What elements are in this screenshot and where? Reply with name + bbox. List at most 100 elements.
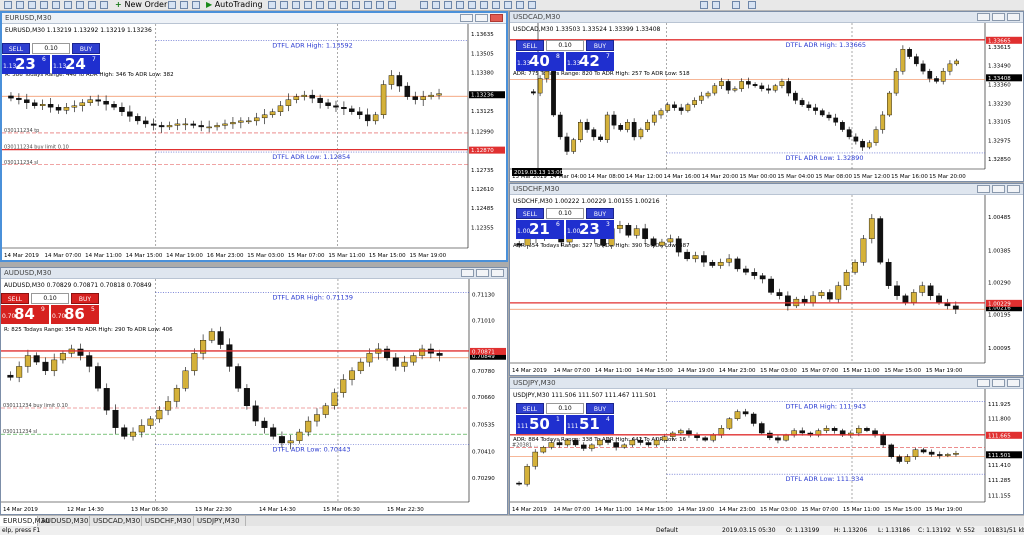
candlestick-icon[interactable] xyxy=(280,1,288,9)
objects-icon[interactable] xyxy=(732,1,740,9)
ask-price[interactable]: 1.33 42 7 xyxy=(566,52,614,71)
tile-windows-icon[interactable] xyxy=(328,1,336,9)
market-watch-icon[interactable] xyxy=(40,1,48,9)
candle-body xyxy=(750,413,757,424)
close-button[interactable] xyxy=(1007,379,1020,387)
chart-window-audusd[interactable]: AUDUSD,M30 AUDUSD,M30 0.70829 0.70871 0.… xyxy=(0,267,508,515)
candle-body xyxy=(633,228,640,236)
close-button[interactable] xyxy=(1007,13,1020,21)
time-frames-icon[interactable] xyxy=(700,1,708,9)
horizontal-line-icon[interactable] xyxy=(456,1,464,9)
signals-icon[interactable] xyxy=(192,1,200,9)
y-tick-label: 0.71130 xyxy=(472,292,495,298)
candle-body xyxy=(7,374,14,378)
clock-icon[interactable] xyxy=(712,1,720,9)
minimize-button[interactable] xyxy=(977,13,990,21)
chart-window-usdcad[interactable]: USDCAD,M30 USDCAD,M30 1.33503 1.33524 1.… xyxy=(509,11,1024,182)
sell-button[interactable]: SELL xyxy=(1,293,29,304)
autotrading-button[interactable]: ▶ AutoTrading xyxy=(206,0,263,10)
dropdown-icon[interactable] xyxy=(748,1,756,9)
arrows-icon[interactable] xyxy=(528,1,536,9)
crosshair-icon[interactable] xyxy=(432,1,440,9)
maximize-button[interactable] xyxy=(992,379,1005,387)
save-icon[interactable] xyxy=(16,1,24,9)
zoom-icon[interactable] xyxy=(28,1,36,9)
market-icon[interactable] xyxy=(180,1,188,9)
maximize-button[interactable] xyxy=(476,269,489,277)
candle-body xyxy=(625,225,632,236)
fibonacci-icon[interactable] xyxy=(492,1,500,9)
chart-window-usdchf[interactable]: USDCHF,M30 USDCHF,M30 1.00222 1.00229 1.… xyxy=(509,183,1024,376)
maximize-button[interactable] xyxy=(992,185,1005,193)
y-tick-label: 1.12990 xyxy=(471,129,494,135)
cursor-icon[interactable] xyxy=(420,1,428,9)
meta-editor-icon[interactable] xyxy=(168,1,176,9)
bid-price[interactable]: 0.70 84 9 xyxy=(1,305,49,324)
lot-size-field[interactable]: 0.10 xyxy=(546,403,584,414)
text-icon[interactable] xyxy=(504,1,512,9)
minimize-button[interactable] xyxy=(461,269,474,277)
label-icon[interactable] xyxy=(516,1,524,9)
zoom-in-icon[interactable] xyxy=(304,1,312,9)
tester-icon[interactable] xyxy=(88,1,96,9)
candle-body xyxy=(39,104,46,106)
candle-body xyxy=(900,49,906,72)
buy-button[interactable]: BUY xyxy=(586,403,614,414)
templates-icon[interactable] xyxy=(388,1,396,9)
settings-icon[interactable] xyxy=(100,1,108,9)
bid-price[interactable]: 1.33 40 8 xyxy=(516,52,564,71)
autoscroll-icon[interactable] xyxy=(352,1,360,9)
ask-price[interactable]: 1.00 23 3 xyxy=(566,220,614,239)
maximize-button[interactable] xyxy=(475,14,488,22)
close-button[interactable] xyxy=(491,269,504,277)
channel-icon[interactable] xyxy=(480,1,488,9)
buy-button[interactable]: BUY xyxy=(71,293,99,304)
ask-price[interactable]: 0.70 86 5 xyxy=(51,305,99,324)
trendline-icon[interactable] xyxy=(468,1,476,9)
candle-body xyxy=(618,124,624,130)
terminal-icon[interactable] xyxy=(76,1,84,9)
candle-body xyxy=(936,295,942,303)
lot-size-field[interactable]: 0.10 xyxy=(32,43,70,54)
candle-body xyxy=(357,111,363,116)
buy-button[interactable]: BUY xyxy=(586,40,614,51)
lot-size-field[interactable]: 0.10 xyxy=(546,40,584,51)
sell-button[interactable]: SELL xyxy=(516,208,544,219)
bar-chart-icon[interactable] xyxy=(268,1,276,9)
sell-button[interactable]: SELL xyxy=(516,403,544,414)
ask-price[interactable]: 1.13 24 7 xyxy=(52,55,100,74)
minimize-button[interactable] xyxy=(460,14,473,22)
ask-price[interactable]: 111 51 4 xyxy=(566,415,614,434)
candle-body xyxy=(645,122,650,130)
periods-icon[interactable] xyxy=(376,1,384,9)
buy-button[interactable]: BUY xyxy=(72,43,100,54)
buy-button[interactable]: BUY xyxy=(586,208,614,219)
line-chart-icon[interactable] xyxy=(292,1,300,9)
bid-price[interactable]: 111 50 1 xyxy=(516,415,564,434)
navigator-icon[interactable] xyxy=(64,1,72,9)
indicators-icon[interactable] xyxy=(364,1,372,9)
open-icon[interactable] xyxy=(4,1,12,9)
zoom-out-icon[interactable] xyxy=(316,1,324,9)
candle-body xyxy=(799,430,806,434)
candle-body xyxy=(544,70,550,79)
new-order-button[interactable]: + New Order xyxy=(115,0,167,10)
bid-price[interactable]: 1.00 21 6 xyxy=(516,220,564,239)
lot-size-field[interactable]: 0.10 xyxy=(31,293,69,304)
maximize-button[interactable] xyxy=(992,13,1005,21)
minimize-button[interactable] xyxy=(977,185,990,193)
candle-body xyxy=(392,357,399,367)
chart-shift-icon[interactable] xyxy=(340,1,348,9)
minimize-button[interactable] xyxy=(977,379,990,387)
close-button[interactable] xyxy=(1007,185,1020,193)
close-button[interactable] xyxy=(490,14,503,22)
sell-button[interactable]: SELL xyxy=(2,43,30,54)
sell-button[interactable]: SELL xyxy=(516,40,544,51)
data-window-icon[interactable] xyxy=(52,1,60,9)
chart-window-usdjpy[interactable]: USDJPY,M30 USDJPY,M30 111.506 111.507 11… xyxy=(509,377,1024,515)
vertical-line-icon[interactable] xyxy=(444,1,452,9)
lot-size-field[interactable]: 0.10 xyxy=(546,208,584,219)
chart-window-eurusd[interactable]: EURUSD,M30 EURUSD,M30 1.13219 1.13292 1.… xyxy=(0,11,508,262)
y-tick-label: 111.410 xyxy=(988,463,1011,469)
bid-price[interactable]: 1.13 23 6 xyxy=(2,55,50,74)
